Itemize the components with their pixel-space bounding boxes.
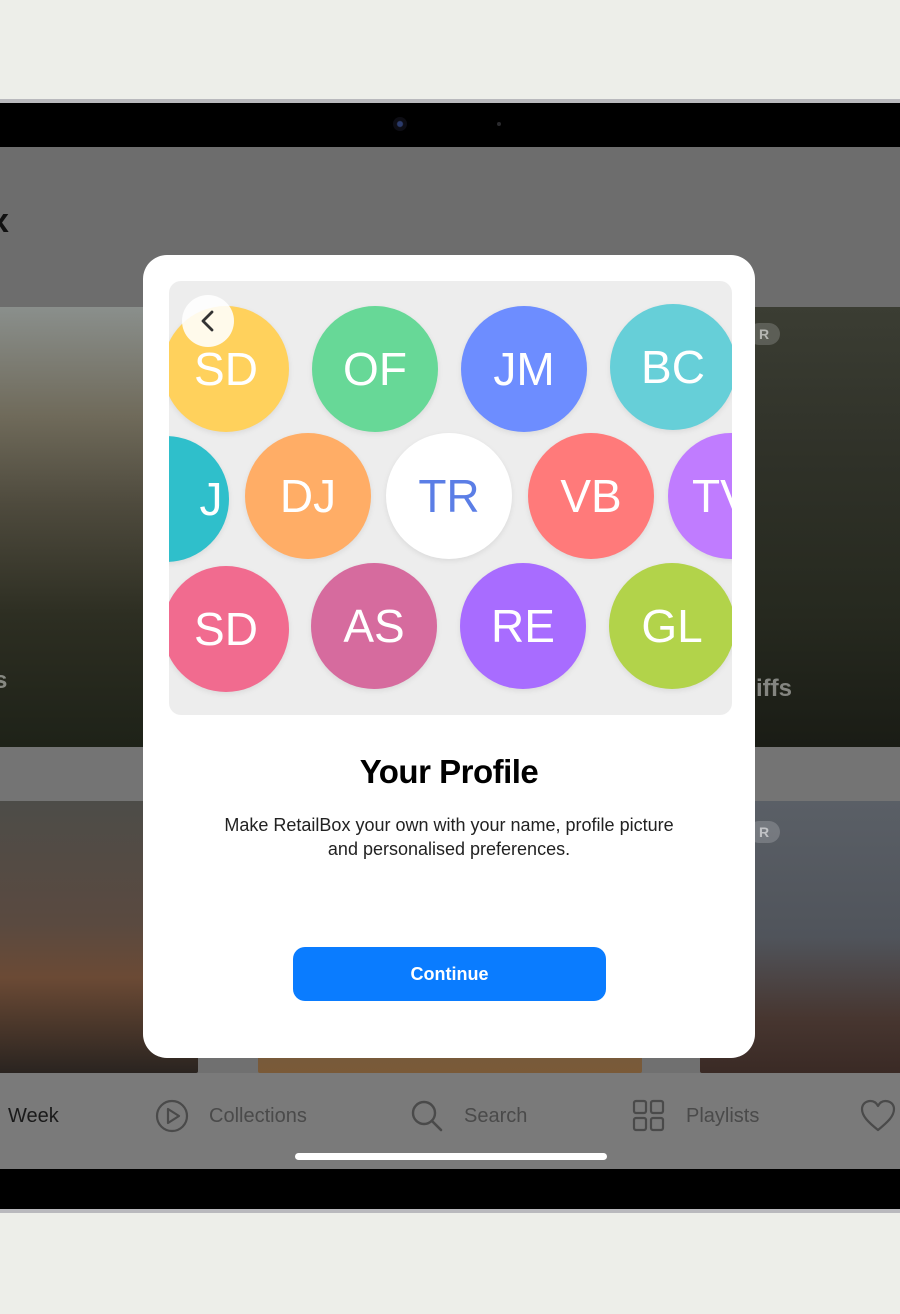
camera-sensor <box>497 122 501 126</box>
profile-onboarding-modal: SD OF JM BC J DJ TR VB TV SD AS RE GL <box>143 255 755 1058</box>
avatar-initials: OF <box>343 343 407 395</box>
background-caption-left: s <box>0 667 7 695</box>
tab-week-label: Week <box>8 1104 59 1127</box>
tab-week[interactable]: Week <box>8 1073 59 1159</box>
avatar-bubble: OF <box>312 306 438 432</box>
play-circle-icon <box>155 1099 189 1133</box>
avatar-initials: RE <box>491 600 555 652</box>
tab-search[interactable]: Search <box>410 1073 527 1159</box>
tab-search-label: Search <box>464 1104 528 1127</box>
home-indicator <box>295 1153 607 1160</box>
avatar-bubble: TV <box>668 433 732 559</box>
search-icon <box>411 1100 443 1132</box>
avatar-initials: JM <box>493 343 555 395</box>
avatar-initials: BC <box>641 341 705 393</box>
background-photo-mountain <box>0 307 150 747</box>
avatar-initials: SD <box>194 343 258 395</box>
background-caption-right: iffs <box>756 675 792 702</box>
page-description: Make RetailBox your own with your name, … <box>224 815 674 859</box>
avatar-initials: SD <box>194 603 258 655</box>
tab-collections-label: Collections <box>209 1104 307 1127</box>
tab-collections[interactable]: Collections <box>155 1073 307 1159</box>
avatar-bubble: DJ <box>245 433 371 559</box>
avatar-bubble: SD <box>169 566 289 692</box>
avatar-bubble: TR <box>386 433 512 559</box>
front-camera <box>393 117 407 131</box>
avatar-bubble: RE <box>460 563 586 689</box>
back-button[interactable] <box>182 295 234 347</box>
grid-icon <box>632 1099 665 1132</box>
avatar-initials: AS <box>343 600 405 652</box>
tab-favourites[interactable] <box>860 1073 896 1159</box>
tab-playlists-label: Playlists <box>686 1104 760 1127</box>
continue-button[interactable]: Continue <box>293 947 606 1001</box>
avatar-bubble: BC <box>610 304 732 430</box>
avatar-bubble: VB <box>528 433 654 559</box>
avatar-bubble: J <box>169 436 229 562</box>
background-header-glyph: x <box>0 202 9 241</box>
tab-playlists[interactable]: Playlists <box>632 1073 759 1159</box>
avatar-initials: DJ <box>279 470 337 522</box>
avatar-bubble: AS <box>311 563 437 689</box>
avatar-bubble: JM <box>461 306 587 432</box>
chevron-left-icon <box>201 310 214 332</box>
avatar-initials: J <box>199 473 223 525</box>
avatar-bubble: GL <box>609 563 732 689</box>
avatar-initials: TR <box>418 470 480 522</box>
avatar-initials: TV <box>692 470 732 522</box>
avatar-initials: VB <box>560 470 622 522</box>
heart-icon <box>860 1099 896 1132</box>
avatar-initials: GL <box>641 600 703 652</box>
page-title: Your Profile <box>359 753 539 790</box>
avatar-collage: SD OF JM BC J DJ TR VB TV SD AS RE GL <box>169 281 732 715</box>
